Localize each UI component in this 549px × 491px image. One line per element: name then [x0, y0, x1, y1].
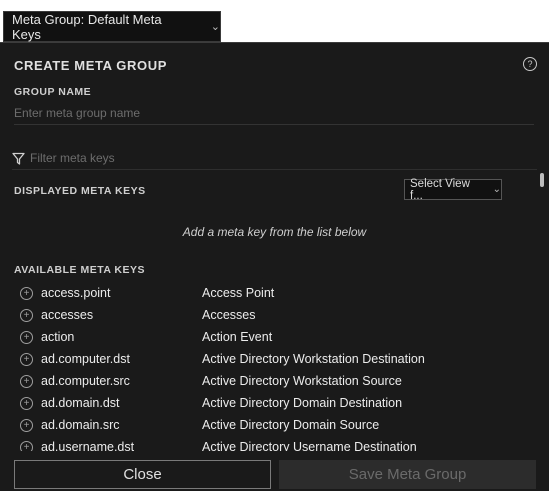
- meta-key-description: Active Directory Username Destination: [202, 440, 417, 451]
- select-view-value: Select View f...: [410, 177, 470, 202]
- meta-key-row[interactable]: + ad.username.dst Active Directory Usern…: [20, 437, 540, 451]
- group-name-label: GROUP NAME: [14, 86, 92, 98]
- meta-key-row[interactable]: + accesses Accesses: [20, 305, 540, 325]
- meta-key-row[interactable]: + access.point Access Point: [20, 283, 540, 303]
- select-view-dropdown[interactable]: Select View f... ⌄: [404, 177, 502, 202]
- add-circle-icon[interactable]: +: [20, 374, 33, 388]
- meta-key-description: Active Directory Domain Destination: [202, 396, 403, 410]
- meta-key-name: accesses: [41, 308, 94, 322]
- add-circle-icon[interactable]: +: [20, 330, 33, 344]
- meta-key-row[interactable]: + ad.domain.src Active Directory Domain …: [20, 415, 540, 435]
- meta-key-description: Access Point: [202, 286, 275, 300]
- add-circle-icon[interactable]: +: [20, 396, 33, 410]
- filter-row: [12, 147, 537, 170]
- add-circle-icon[interactable]: +: [20, 418, 33, 432]
- meta-key-description: Active Directory Workstation Destination: [202, 352, 425, 366]
- create-meta-group-panel: CREATE META GROUP ? GROUP NAME DISPLAYED…: [0, 42, 549, 491]
- displayed-meta-keys-label: DISPLAYED META KEYS: [14, 185, 146, 197]
- meta-key-name: ad.domain.src: [41, 418, 120, 432]
- group-name-input[interactable]: [14, 102, 534, 125]
- chevron-down-icon: ⌄: [210, 21, 220, 33]
- scrollbar-thumb[interactable]: [540, 173, 544, 187]
- meta-key-row[interactable]: + ad.computer.src Active Directory Works…: [20, 371, 540, 391]
- meta-key-description: Active Directory Workstation Source: [202, 374, 402, 388]
- available-meta-keys-list: + access.point Access Point + accesses A…: [0, 279, 549, 451]
- meta-key-name: ad.computer.dst: [41, 352, 130, 366]
- dialog-footer: Close Save Meta Group: [0, 455, 549, 491]
- add-circle-icon[interactable]: +: [20, 440, 33, 451]
- meta-group-dropdown[interactable]: Meta Group: Default Meta Keys ⌄: [3, 11, 221, 42]
- meta-key-name: ad.username.dst: [41, 440, 135, 451]
- chevron-down-icon: ⌄: [492, 184, 501, 195]
- close-button[interactable]: Close: [14, 460, 271, 489]
- meta-key-row[interactable]: + ad.domain.dst Active Directory Domain …: [20, 393, 540, 413]
- panel-title: CREATE META GROUP: [14, 58, 167, 73]
- meta-key-description: Action Event: [202, 330, 273, 344]
- meta-key-name: ad.domain.dst: [41, 396, 120, 410]
- meta-group-dropdown-label: Meta Group: Default Meta Keys: [12, 11, 162, 42]
- add-circle-icon[interactable]: +: [20, 308, 33, 322]
- top-strip: Meta Group: Default Meta Keys ⌄: [0, 0, 549, 42]
- meta-key-row[interactable]: + ad.computer.dst Active Directory Works…: [20, 349, 540, 369]
- help-icon[interactable]: ?: [523, 57, 537, 71]
- filter-icon: [12, 152, 25, 165]
- available-meta-keys-label: AVAILABLE META KEYS: [14, 264, 146, 276]
- meta-key-name: access.point: [41, 286, 111, 300]
- meta-key-name: action: [41, 330, 75, 344]
- meta-key-description: Active Directory Domain Source: [202, 418, 380, 432]
- meta-key-row[interactable]: + action Action Event: [20, 327, 540, 347]
- empty-displayed-message: Add a meta key from the list below: [182, 225, 367, 239]
- filter-meta-keys-input[interactable]: [30, 151, 510, 165]
- save-meta-group-button: Save Meta Group: [279, 460, 536, 489]
- add-circle-icon[interactable]: +: [20, 286, 33, 300]
- meta-key-name: ad.computer.src: [41, 374, 130, 388]
- add-circle-icon[interactable]: +: [20, 352, 33, 366]
- meta-key-description: Accesses: [202, 308, 256, 322]
